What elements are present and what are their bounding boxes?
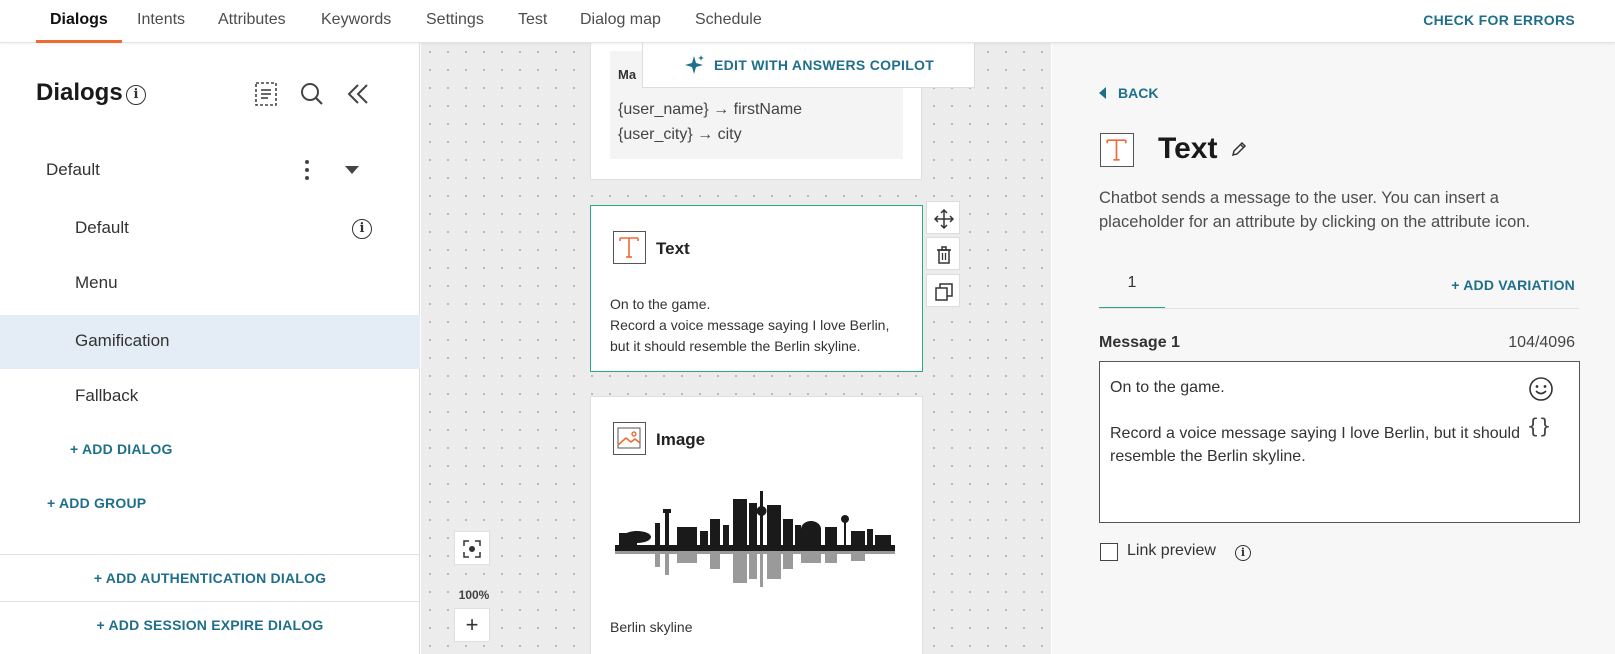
tab-test[interactable]: Test [518,0,547,43]
link-preview-checkbox[interactable] [1100,543,1118,561]
dialog-label: Menu [75,273,118,292]
tab-schedule[interactable]: Schedule [695,0,762,43]
mapping-title: Ma [618,67,637,82]
message-line: On to the game. [610,296,711,312]
add-dialog-button[interactable]: + ADD DIALOG [70,441,173,457]
node-editor-panel: BACK Text Chatbot sends a message to the… [1052,43,1615,654]
copilot-label: EDIT WITH ANSWERS COPILOT [714,57,935,73]
check-for-errors-button[interactable]: CHECK FOR ERRORS [1423,0,1575,40]
node-title: Image [656,430,706,449]
sidebar-item-fallback[interactable]: Fallback [0,370,420,424]
sidebar-item-menu[interactable]: Menu [0,257,420,311]
dialog-group-default[interactable]: Default [0,146,420,196]
message-line: but it should resemble the Berlin skylin… [610,338,861,354]
trash-icon [937,246,951,264]
text-type-icon [1100,133,1134,167]
link-preview-label: Link preview [1127,542,1216,559]
dialog-canvas[interactable]: Ma {user_name} → firstName {user_city} →… [421,43,1051,654]
sidebar-item-gamification[interactable]: Gamification [0,315,420,369]
move-icon [934,209,954,229]
mapping-line: {user_name} → firstName [618,101,803,118]
dialogs-sidebar: Dialogs i Default Default i Menu Gamific… [0,43,420,654]
character-count: 104/4096 [1508,334,1575,351]
back-label: BACK [1118,85,1159,101]
message-label: Message 1 [1099,334,1180,351]
add-session-expire-dialog-button[interactable]: + ADD SESSION EXPIRE DIALOG [0,617,420,633]
tab-keywords[interactable]: Keywords [321,0,391,43]
edit-pencil-icon[interactable] [1230,140,1248,158]
tab-variation-1[interactable]: 1 [1099,273,1165,309]
add-variation-button[interactable]: + ADD VARIATION [1451,277,1575,293]
fit-view-button[interactable] [454,531,490,565]
session-dialog-row: + ADD SESSION EXPIRE DIALOG [0,601,420,648]
image-node[interactable]: Image Berlin skyline [590,396,923,654]
focus-icon [463,540,481,558]
panel-description: Chatbot sends a message to the user. You… [1099,189,1531,231]
search-icon[interactable] [297,79,327,109]
move-node-button[interactable] [926,201,960,234]
emoji-icon[interactable] [1528,376,1554,402]
more-options-icon[interactable] [295,156,319,186]
collapse-sidebar-icon[interactable] [343,79,373,109]
tab-attributes[interactable]: Attributes [218,0,286,43]
node-title: Text [656,239,690,258]
sparkle-icon [685,55,704,74]
dialog-label: Gamification [75,331,170,350]
duplicate-node-button[interactable] [926,274,960,307]
node-message: On to the game. Record a voice message s… [610,294,910,357]
add-authentication-dialog-button[interactable]: + ADD AUTHENTICATION DIALOG [0,570,420,586]
attribute-placeholder-icon[interactable]: {} [1527,414,1551,438]
message-text[interactable]: On to the game. Record a voice message s… [1110,376,1530,468]
image-type-icon [613,422,646,455]
zoom-in-button[interactable]: + [454,608,490,642]
image-caption: Berlin skyline [610,619,693,635]
list-view-icon[interactable] [251,79,281,109]
copy-icon [935,283,953,301]
message-textarea[interactable]: On to the game. Record a voice message s… [1099,361,1580,523]
tab-dialog-map[interactable]: Dialog map [580,0,661,43]
message-line: Record a voice message saying I love Ber… [610,317,890,333]
tabs-divider [1099,308,1579,309]
panel-title: Text [1158,132,1218,165]
top-nav: Dialogs Intents Attributes Keywords Sett… [0,0,1615,43]
text-type-icon [613,231,646,264]
berlin-skyline-image [615,491,895,587]
dialog-label: Default [75,218,129,237]
tab-intents[interactable]: Intents [137,0,185,43]
auth-dialog-row: + ADD AUTHENTICATION DIALOG [0,554,420,601]
info-icon[interactable]: i [1235,545,1251,561]
mapping-line: {user_city} → city [618,126,742,143]
delete-node-button[interactable] [926,237,960,270]
chevron-down-icon[interactable] [345,166,359,174]
info-icon[interactable]: i [126,85,146,105]
group-label: Default [46,160,100,179]
info-icon[interactable]: i [352,219,372,239]
back-button[interactable]: BACK [1099,85,1158,101]
zoom-level: 100% [458,588,490,602]
sidebar-title: Dialogs [36,79,123,106]
back-arrow-icon [1099,87,1106,99]
dialog-label: Fallback [75,386,139,405]
add-group-button[interactable]: + ADD GROUP [47,495,146,511]
text-node[interactable]: Text On to the game. Record a voice mess… [590,205,923,372]
sidebar-item-default[interactable]: Default i [0,202,420,256]
tab-settings[interactable]: Settings [426,0,484,43]
tab-dialogs[interactable]: Dialogs [36,0,122,43]
edit-with-copilot-button[interactable]: EDIT WITH ANSWERS COPILOT [642,43,975,88]
